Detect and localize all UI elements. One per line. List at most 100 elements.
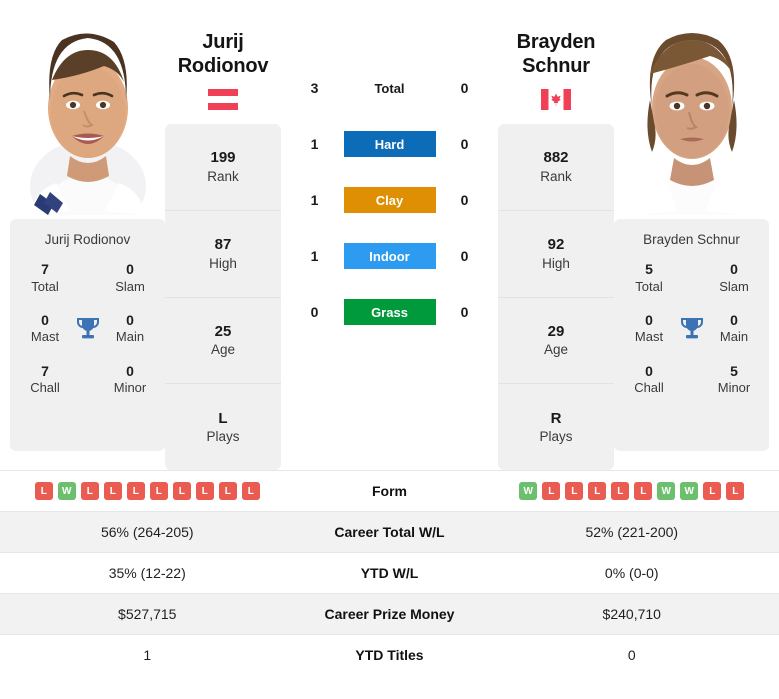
h2h-total-left: 3	[310, 80, 319, 96]
left-title-total-label: Total	[31, 278, 59, 294]
right-title-chall: 0 Chall	[626, 363, 672, 397]
form-badge-l: L	[542, 482, 561, 500]
h2h-grass-right: 0	[460, 304, 469, 320]
left-titles-row: 7 Total 0 Slam	[16, 261, 159, 295]
row-label-career-prize-money: Career Prize Money	[324, 606, 455, 622]
table-row-career-prize-money: $527,715 Career Prize Money $240,710	[0, 593, 779, 634]
row-label-ytd-wl: YTD W/L	[360, 565, 419, 581]
right-stat-plays-label: Plays	[539, 429, 573, 445]
left-title-total: 7 Total	[22, 261, 68, 295]
left-title-chall-value: 7	[41, 362, 49, 379]
left-title-slam: 0 Slam	[107, 261, 153, 295]
right-form-strip: WLLLLLWWLL	[519, 482, 745, 500]
h2h-row-indoor: 1 Indoor 0	[281, 228, 498, 284]
left-stat-rank-value: 199	[210, 149, 236, 167]
form-badge-w: W	[680, 482, 699, 500]
form-badge-w: W	[57, 482, 76, 500]
left-title-minor-value: 0	[126, 362, 134, 379]
form-badge-l: L	[172, 482, 191, 500]
form-badge-l: L	[80, 482, 99, 500]
right-player-column: Brayden Schnur 5 Total 0 Slam 0 Mast 0 M…	[614, 8, 769, 451]
left-form-strip: LWLLLLLLLL	[34, 482, 260, 500]
right-title-minor-value: 5	[730, 362, 738, 379]
left-stats-column: Jurij Rodionov 199 Rank 87 High 25 Age L…	[165, 8, 281, 470]
right-title-slam-value: 0	[730, 261, 738, 277]
right-title-slam: 0 Slam	[711, 261, 757, 295]
surface-badge-indoor[interactable]: Indoor	[343, 243, 436, 269]
right-ytd-titles: 0	[627, 647, 636, 663]
right-titles-row: 0 Chall 5 Minor	[620, 363, 763, 397]
left-stat-high-value: 87	[214, 236, 232, 254]
form-badge-l: L	[218, 482, 237, 500]
row-label-form: Form	[372, 483, 407, 499]
right-player-first-name: Brayden	[516, 31, 596, 53]
left-stat-age-label: Age	[210, 342, 236, 358]
right-title-mast-label: Mast	[634, 329, 664, 345]
h2h-clay-left: 1	[310, 192, 319, 208]
left-title-chall-label: Chall	[30, 380, 60, 395]
surface-badge-grass[interactable]: Grass	[343, 299, 436, 325]
left-title-slam-label: Slam	[115, 278, 145, 294]
right-stat-plays-value: R	[550, 409, 562, 427]
left-title-mast-label: Mast	[30, 329, 60, 345]
left-title-slam-value: 0	[126, 261, 134, 277]
left-stat-plays-value: L	[218, 409, 228, 427]
left-title-total-value: 7	[41, 261, 49, 277]
form-badge-l: L	[149, 482, 168, 500]
surface-badge-clay[interactable]: Clay	[343, 187, 436, 213]
right-form-cell: WLLLLLWWLL	[485, 482, 779, 500]
form-badge-l: L	[195, 482, 214, 500]
right-title-minor-label: Minor	[717, 380, 751, 395]
right-title-total: 5 Total	[626, 261, 672, 295]
canada-flag-icon	[541, 88, 571, 110]
form-badge-l: L	[634, 482, 653, 500]
h2h-hard-left: 1	[310, 136, 319, 152]
h2h-row-total: 3 Total 0	[281, 60, 498, 116]
table-row-career-total-wl: 56% (264-205) Career Total W/L 52% (221-…	[0, 511, 779, 552]
left-stat-age-value: 25	[214, 322, 232, 340]
right-title-chall-value: 0	[645, 362, 653, 379]
left-titles-row: 7 Chall 0 Minor	[16, 363, 159, 397]
right-stat-high: 92 High	[498, 211, 614, 298]
h2h-total-label: Total	[374, 80, 405, 96]
austria-flag-icon	[208, 88, 238, 110]
right-title-main-label: Main	[719, 329, 749, 345]
right-titles-row: 0 Mast 0 Main	[620, 312, 763, 346]
comparison-top-section: Jurij Rodionov 7 Total 0 Slam 0 Mast 0 M…	[0, 0, 779, 470]
form-badge-l: L	[126, 482, 145, 500]
left-titles-player-name: Jurij Rodionov	[44, 232, 131, 247]
right-stat-age: 29 Age	[498, 298, 614, 385]
left-career-total-wl: 56% (264-205)	[100, 524, 194, 540]
trophy-icon-svg	[680, 317, 703, 339]
form-badge-w: W	[519, 482, 538, 500]
h2h-hard-right: 0	[460, 136, 469, 152]
right-titles-player-name: Brayden Schnur	[643, 232, 740, 247]
right-stat-card: 882 Rank 92 High 29 Age R Plays	[498, 124, 614, 470]
right-title-slam-label: Slam	[719, 278, 749, 294]
h2h-row-hard: 1 Hard 0	[281, 116, 498, 172]
left-stat-high: 87 High	[165, 211, 281, 298]
comparison-table: LWLLLLLLLL Form WLLLLLWWLL 56% (264-205)…	[0, 470, 779, 675]
h2h-row-clay: 1 Clay 0	[281, 172, 498, 228]
row-label-ytd-titles: YTD Titles	[355, 647, 424, 663]
form-badge-l: L	[565, 482, 584, 500]
right-player-portrait-icon	[614, 8, 769, 215]
left-player-last-name: Rodionov	[177, 55, 269, 78]
right-stat-age-label: Age	[543, 342, 569, 358]
h2h-total-right: 0	[460, 80, 469, 96]
left-stat-plays-label: Plays	[206, 429, 240, 445]
form-badge-l: L	[611, 482, 630, 500]
form-badge-l: L	[34, 482, 53, 500]
head-to-head-column: 3 Total 0 1 Hard 0 1 Clay 0 1 Indoor 0 0	[281, 8, 498, 340]
right-title-main: 0 Main	[711, 312, 757, 346]
left-stat-high-label: High	[209, 255, 237, 271]
right-stat-rank: 882 Rank	[498, 124, 614, 211]
left-ytd-titles: 1	[143, 647, 152, 663]
left-titles-grid: 7 Total 0 Slam 0 Mast 0 Main 7 Chall 0 M…	[16, 261, 159, 439]
left-title-minor: 0 Minor	[107, 363, 153, 397]
right-title-mast: 0 Mast	[626, 312, 672, 346]
surface-badge-hard[interactable]: Hard	[343, 131, 436, 157]
right-ytd-wl: 0% (0-0)	[604, 565, 659, 581]
right-titles-card: Brayden Schnur 5 Total 0 Slam 0 Mast 0 M…	[614, 219, 769, 451]
left-player-column: Jurij Rodionov 7 Total 0 Slam 0 Mast 0 M…	[10, 8, 165, 451]
